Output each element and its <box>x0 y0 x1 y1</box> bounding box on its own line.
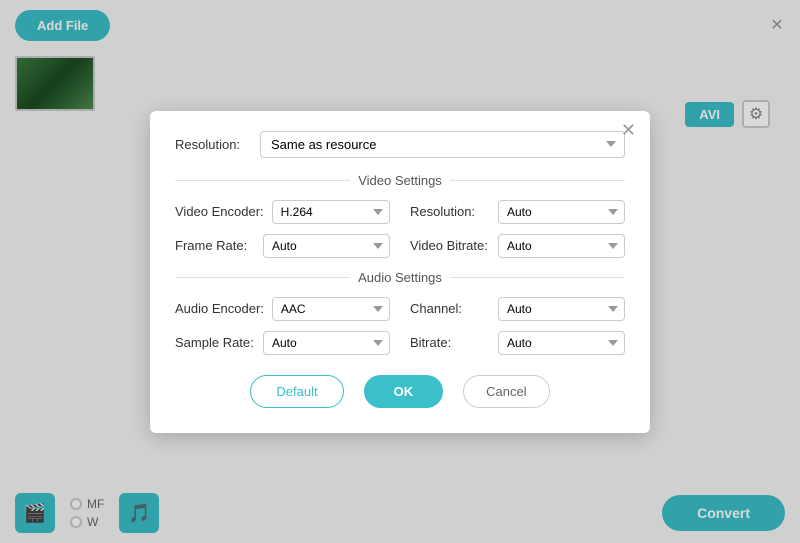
video-encoder-row: Video Encoder: H.264 <box>175 200 390 224</box>
dialog-close-button[interactable]: ✕ <box>621 121 636 139</box>
ok-button[interactable]: OK <box>364 375 444 408</box>
resolution-label: Resolution: <box>175 137 250 152</box>
video-encoder-select[interactable]: H.264 <box>272 200 390 224</box>
resolution-row: Resolution: Same as resource <box>175 131 625 158</box>
bitrate-label: Bitrate: <box>410 335 490 350</box>
video-bitrate-label: Video Bitrate: <box>410 238 490 253</box>
default-button[interactable]: Default <box>250 375 343 408</box>
video-settings-title: Video Settings <box>358 173 442 188</box>
resolution-inner-select[interactable]: Auto <box>498 200 625 224</box>
video-encoder-label: Video Encoder: <box>175 204 264 219</box>
channel-label: Channel: <box>410 301 490 316</box>
resolution-inner-row: Resolution: Auto <box>410 200 625 224</box>
audio-divider-line-right <box>450 277 625 278</box>
sample-rate-row: Sample Rate: Auto <box>175 331 390 355</box>
audio-encoder-select[interactable]: AAC <box>272 297 390 321</box>
settings-dialog: ✕ Resolution: Same as resource Video Set… <box>150 111 650 433</box>
frame-rate-label: Frame Rate: <box>175 238 255 253</box>
sample-rate-label: Sample Rate: <box>175 335 255 350</box>
audio-encoder-row: Audio Encoder: AAC <box>175 297 390 321</box>
bitrate-row: Bitrate: Auto <box>410 331 625 355</box>
video-settings-grid: Video Encoder: H.264 Resolution: Auto Fr… <box>175 200 625 258</box>
divider-line-left <box>175 180 350 181</box>
dialog-buttons: Default OK Cancel <box>175 375 625 408</box>
audio-settings-grid: Audio Encoder: AAC Channel: Auto Sample … <box>175 297 625 355</box>
audio-settings-divider: Audio Settings <box>175 270 625 285</box>
channel-row: Channel: Auto <box>410 297 625 321</box>
audio-settings-title: Audio Settings <box>358 270 442 285</box>
divider-line-right <box>450 180 625 181</box>
audio-divider-line-left <box>175 277 350 278</box>
video-bitrate-select[interactable]: Auto <box>498 234 625 258</box>
frame-rate-row: Frame Rate: Auto <box>175 234 390 258</box>
video-settings-divider: Video Settings <box>175 173 625 188</box>
frame-rate-select[interactable]: Auto <box>263 234 390 258</box>
cancel-button[interactable]: Cancel <box>463 375 549 408</box>
app-background: Add File ✕ AVI ⚙ 🎬 MF W 🎵 <box>0 0 800 543</box>
sample-rate-select[interactable]: Auto <box>263 331 390 355</box>
channel-select[interactable]: Auto <box>498 297 625 321</box>
video-bitrate-row: Video Bitrate: Auto <box>410 234 625 258</box>
bitrate-select[interactable]: Auto <box>498 331 625 355</box>
dialog-overlay: ✕ Resolution: Same as resource Video Set… <box>0 0 800 543</box>
audio-encoder-label: Audio Encoder: <box>175 301 264 316</box>
resolution-select[interactable]: Same as resource <box>260 131 625 158</box>
resolution-inner-label: Resolution: <box>410 204 490 219</box>
